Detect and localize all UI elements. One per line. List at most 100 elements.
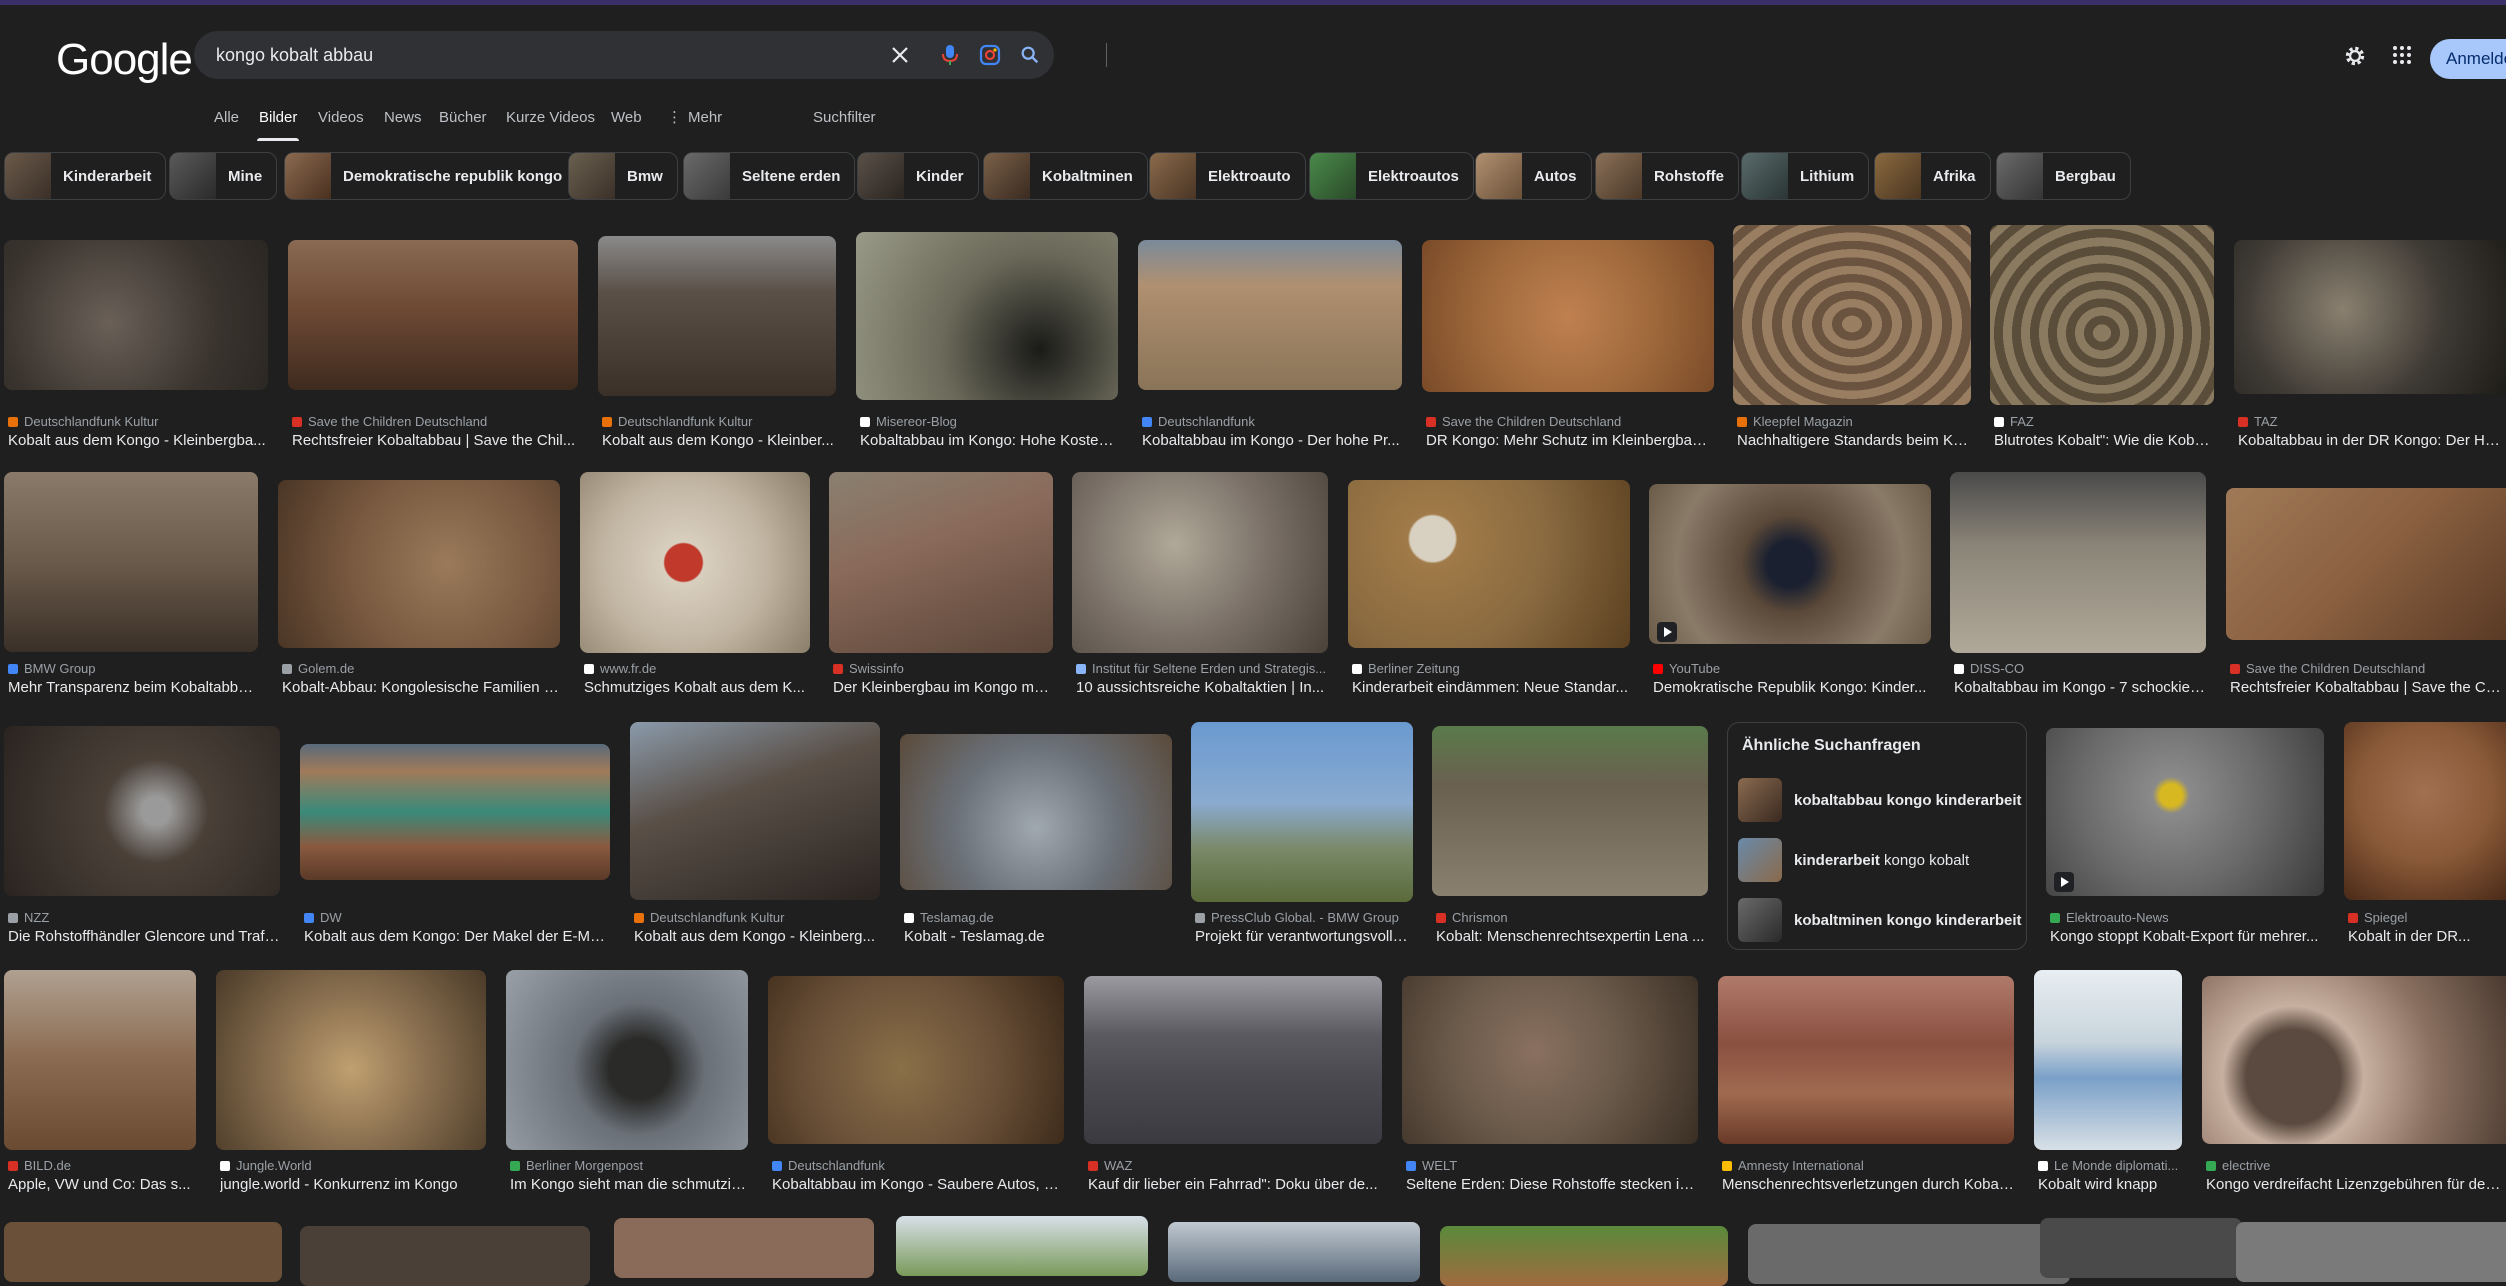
result-title[interactable]: Schmutziges Kobalt aus dem K... bbox=[584, 679, 810, 696]
result-image[interactable] bbox=[4, 726, 280, 896]
result-title[interactable]: Kobalt wird knapp bbox=[2038, 1176, 2182, 1193]
result-title[interactable]: Kauf dir lieber ein Fahrrad": Doku über … bbox=[1088, 1176, 1382, 1193]
result-image[interactable] bbox=[4, 970, 196, 1150]
result-card[interactable] bbox=[1440, 1226, 1728, 1286]
result-title[interactable]: Blutrotes Kobalt": Wie die Koba... bbox=[1994, 432, 2214, 449]
result-image[interactable] bbox=[300, 1226, 590, 1286]
result-title[interactable]: Kobalt in der DR... bbox=[2348, 928, 2506, 945]
result-card[interactable]: BILD.de Apple, VW und Co: Das s... bbox=[4, 970, 196, 1196]
result-title[interactable]: Rechtsfreier Kobaltabbau | Save the Chil… bbox=[2230, 679, 2506, 696]
related-search-item[interactable]: kobaltabbau kongo kinderarbeit bbox=[1738, 773, 2022, 827]
result-card[interactable]: PressClub Global. - BMW Group Projekt fü… bbox=[1191, 722, 1413, 948]
result-card[interactable]: Deutschlandfunk Kultur Kobalt aus dem Ko… bbox=[4, 240, 268, 454]
result-title[interactable]: Im Kongo sieht man die schmutzig... bbox=[510, 1176, 748, 1193]
result-image[interactable] bbox=[1748, 1224, 2070, 1284]
result-image[interactable] bbox=[2046, 728, 2324, 896]
result-card[interactable]: Golem.de Kobalt-Abbau: Kongolesische Fam… bbox=[278, 480, 560, 698]
result-card[interactable]: www.fr.de Schmutziges Kobalt aus dem K..… bbox=[580, 472, 810, 698]
result-image[interactable] bbox=[1402, 976, 1698, 1144]
result-card[interactable]: Deutschlandfunk Kultur Kobalt aus dem Ko… bbox=[630, 722, 880, 948]
result-card[interactable]: Elektroauto-News Kongo stoppt Kobalt-Exp… bbox=[2046, 728, 2324, 948]
result-card[interactable] bbox=[1168, 1222, 1420, 1282]
result-card[interactable]: Kleepfel Magazin Nachhaltigere Standards… bbox=[1733, 225, 1971, 454]
result-title[interactable]: DR Kongo: Mehr Schutz im Kleinbergbau ..… bbox=[1426, 432, 1714, 449]
result-image[interactable] bbox=[4, 472, 258, 652]
result-title[interactable]: Kongo stoppt Kobalt-Export für mehrer... bbox=[2050, 928, 2324, 945]
result-image[interactable] bbox=[216, 970, 486, 1150]
result-card[interactable] bbox=[2040, 1218, 2242, 1278]
result-title[interactable]: Apple, VW und Co: Das s... bbox=[8, 1176, 196, 1193]
result-title[interactable]: Mehr Transparenz beim Kobaltabbau. bbox=[8, 679, 258, 696]
result-card[interactable] bbox=[1748, 1224, 2070, 1284]
result-title[interactable]: Kobalt: Menschenrechtsexpertin Lena ... bbox=[1436, 928, 1708, 945]
result-image[interactable] bbox=[2234, 240, 2506, 394]
result-image[interactable] bbox=[900, 734, 1172, 890]
result-card[interactable]: Swissinfo Der Kleinbergbau im Kongo mu..… bbox=[829, 472, 1053, 698]
result-title[interactable]: Die Rohstoffhändler Glencore und Trafi..… bbox=[8, 928, 280, 945]
result-image[interactable] bbox=[2040, 1218, 2242, 1278]
result-card[interactable]: Berliner Zeitung Kinderarbeit eindämmen:… bbox=[1348, 480, 1630, 698]
result-image[interactable] bbox=[2202, 976, 2506, 1144]
result-image[interactable] bbox=[2226, 488, 2506, 640]
result-card[interactable]: Berliner Morgenpost Im Kongo sieht man d… bbox=[506, 970, 748, 1196]
result-card[interactable]: YouTube Demokratische Republik Kongo: Ki… bbox=[1649, 484, 1931, 698]
result-card[interactable]: Deutschlandfunk Kobaltabbau im Kongo - D… bbox=[1138, 240, 1402, 454]
result-card[interactable]: Deutschlandfunk Kultur Kobalt aus dem Ko… bbox=[598, 236, 836, 454]
result-image[interactable] bbox=[1084, 976, 1382, 1144]
result-image[interactable] bbox=[1138, 240, 1402, 390]
result-card[interactable]: electrive Kongo verdreifacht Lizenzgebüh… bbox=[2202, 976, 2506, 1196]
result-card[interactable]: Misereor-Blog Kobaltabbau im Kongo: Hohe… bbox=[856, 232, 1118, 454]
result-image[interactable] bbox=[614, 1218, 874, 1278]
result-title[interactable]: Kobalt-Abbau: Kongolesische Familien v..… bbox=[282, 679, 560, 696]
result-image[interactable] bbox=[896, 1216, 1148, 1276]
result-card[interactable] bbox=[300, 1226, 590, 1286]
result-image[interactable] bbox=[4, 240, 268, 390]
result-image[interactable] bbox=[1168, 1222, 1420, 1282]
result-card[interactable] bbox=[4, 1222, 282, 1282]
result-title[interactable]: Menschenrechtsverletzungen durch Kobalt.… bbox=[1722, 1176, 2014, 1193]
result-title[interactable]: Demokratische Republik Kongo: Kinder... bbox=[1653, 679, 1931, 696]
result-image[interactable] bbox=[1718, 976, 2014, 1144]
result-image[interactable] bbox=[1191, 722, 1413, 902]
result-card[interactable]: Deutschlandfunk Kobaltabbau im Kongo - S… bbox=[768, 976, 1064, 1196]
result-title[interactable]: Kobalt aus dem Kongo - Kleinber... bbox=[602, 432, 836, 449]
result-card[interactable] bbox=[2236, 1222, 2506, 1282]
result-card[interactable]: Institut für Seltene Erden und Strategis… bbox=[1072, 472, 1328, 698]
result-card[interactable]: NZZ Die Rohstoffhändler Glencore und Tra… bbox=[4, 726, 280, 948]
result-image[interactable] bbox=[2344, 722, 2506, 900]
result-card[interactable]: Le Monde diplomati... Kobalt wird knapp bbox=[2034, 970, 2182, 1196]
result-card[interactable]: WAZ Kauf dir lieber ein Fahrrad": Doku ü… bbox=[1084, 976, 1382, 1196]
result-title[interactable]: Kobalt aus dem Kongo - Kleinbergba... bbox=[8, 432, 268, 449]
result-card[interactable]: Jungle.World jungle.world - Konkurrenz i… bbox=[216, 970, 486, 1196]
result-title[interactable]: Kobalt - Teslamag.de bbox=[904, 928, 1172, 945]
result-image[interactable] bbox=[1422, 240, 1714, 392]
result-card[interactable]: FAZ Blutrotes Kobalt": Wie die Koba... bbox=[1990, 225, 2214, 454]
result-title[interactable]: Kobaltabbau im Kongo - Der hohe Pr... bbox=[1142, 432, 1402, 449]
result-title[interactable]: Kongo verdreifacht Lizenzgebühren für de… bbox=[2206, 1176, 2506, 1193]
result-image[interactable] bbox=[1440, 1226, 1728, 1286]
result-image[interactable] bbox=[2034, 970, 2182, 1150]
result-title[interactable]: Projekt für verantwortungsvolle... bbox=[1195, 928, 1413, 945]
result-image[interactable] bbox=[1990, 225, 2214, 405]
result-title[interactable]: Rechtsfreier Kobaltabbau | Save the Chil… bbox=[292, 432, 578, 449]
result-card[interactable]: Teslamag.de Kobalt - Teslamag.de bbox=[900, 734, 1172, 948]
result-image[interactable] bbox=[506, 970, 748, 1150]
result-card[interactable]: Save the Children Deutschland Rechtsfrei… bbox=[2226, 488, 2506, 698]
result-card[interactable]: Save the Children Deutschland DR Kongo: … bbox=[1422, 240, 1714, 454]
result-title[interactable]: Seltene Erden: Diese Rohstoffe stecken i… bbox=[1406, 1176, 1698, 1193]
result-title[interactable]: Nachhaltigere Standards beim Ko... bbox=[1737, 432, 1971, 449]
result-title[interactable]: Der Kleinbergbau im Kongo mu... bbox=[833, 679, 1053, 696]
result-card[interactable]: DISS-CO Kobaltabbau im Kongo - 7 schocki… bbox=[1950, 472, 2206, 698]
result-title[interactable]: Kobaltabbau im Kongo - 7 schockier... bbox=[1954, 679, 2206, 696]
result-image[interactable] bbox=[1432, 726, 1708, 896]
result-image[interactable] bbox=[4, 1222, 282, 1282]
result-card[interactable]: BMW Group Mehr Transparenz beim Kobaltab… bbox=[4, 472, 258, 698]
result-image[interactable] bbox=[288, 240, 578, 390]
result-image[interactable] bbox=[829, 472, 1053, 653]
related-search-item[interactable]: kinderarbeit kongo kobalt bbox=[1738, 833, 2016, 887]
result-image[interactable] bbox=[278, 480, 560, 648]
result-title[interactable]: Kobalt aus dem Kongo - Kleinberg... bbox=[634, 928, 880, 945]
result-image[interactable] bbox=[598, 236, 836, 396]
result-title[interactable]: Kobalt aus dem Kongo: Der Makel der E-Mo… bbox=[304, 928, 610, 945]
result-title[interactable]: jungle.world - Konkurrenz im Kongo bbox=[220, 1176, 486, 1193]
